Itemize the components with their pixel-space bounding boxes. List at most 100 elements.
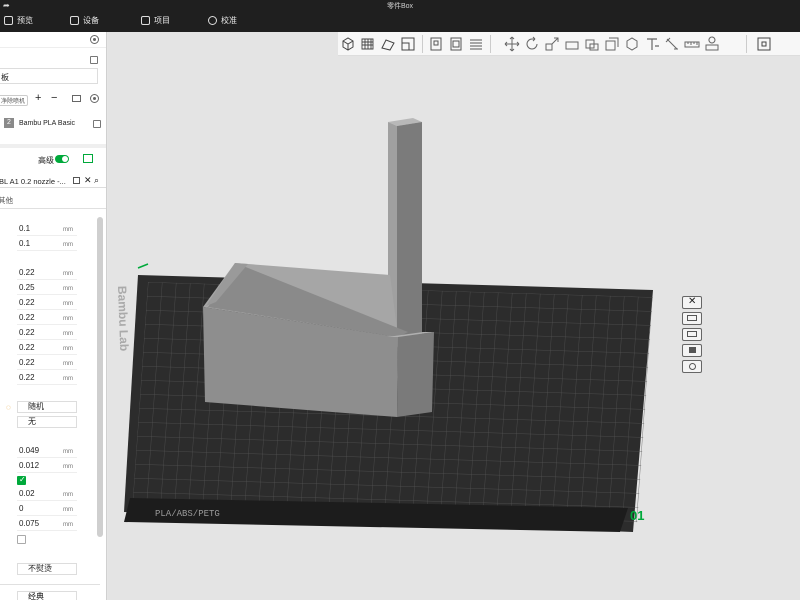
seam-painting-button[interactable]	[664, 36, 680, 52]
param-unit: mm	[63, 271, 73, 277]
rotate-button[interactable]	[524, 36, 540, 52]
compare-icon[interactable]	[83, 154, 93, 163]
gear-icon[interactable]	[90, 35, 99, 44]
ruler-icon	[684, 41, 700, 48]
layers-button[interactable]	[468, 36, 484, 52]
cut-button[interactable]	[584, 36, 600, 52]
window-title: 零件Box	[386, 3, 414, 10]
param-field[interactable]: 0.22 mm	[17, 358, 77, 370]
view-mode-button[interactable]	[756, 36, 772, 52]
param-value: 0.22	[19, 358, 35, 367]
add-plate-button[interactable]	[360, 36, 376, 52]
text-icon	[647, 38, 659, 50]
tab-devices[interactable]: 设备	[70, 15, 99, 26]
delete-plate-button[interactable]: ✕	[682, 296, 702, 309]
checkbox-disabled[interactable]	[17, 535, 26, 544]
divider	[0, 144, 106, 148]
ironing-select[interactable]: 不熨烫	[17, 563, 77, 575]
param-unit: mm	[63, 316, 73, 322]
tab-project[interactable]: 项目	[141, 15, 170, 26]
param-field[interactable]: 0.25 mm	[17, 283, 77, 295]
tab-other[interactable]: 其他	[0, 192, 106, 206]
arrange-button[interactable]	[400, 36, 416, 52]
tab-calibrate[interactable]: 校准	[208, 15, 237, 26]
remove-icon[interactable]: −	[51, 92, 57, 104]
param-field[interactable]: 0.02 mm	[17, 489, 77, 501]
lock-icon	[689, 347, 696, 353]
search-icon[interactable]: ⌕	[94, 175, 99, 186]
param-field[interactable]: 0.012 mm	[17, 461, 77, 473]
save-icon[interactable]	[73, 177, 80, 184]
split-parts-button[interactable]	[448, 36, 464, 52]
param-field[interactable]: 0.049 mm	[17, 446, 77, 458]
auto-orient-button[interactable]	[380, 36, 396, 52]
advanced-label: 高级	[38, 156, 54, 165]
advanced-toggle[interactable]	[55, 155, 69, 163]
plate-material-text: PLA/ABS/PETG	[155, 509, 220, 519]
tab-project-label: 项目	[154, 16, 170, 25]
mesh-boolean-button[interactable]	[604, 36, 620, 52]
filament-row[interactable]: 2 Bambu PLA Basic	[0, 116, 106, 132]
scrollbar[interactable]	[97, 217, 103, 537]
move-button[interactable]	[504, 36, 520, 52]
add-object-button[interactable]	[340, 36, 356, 52]
tab-devices-label: 设备	[83, 16, 99, 25]
lay-on-face-button[interactable]	[564, 36, 580, 52]
param-field[interactable]: 0.22 mm	[17, 343, 77, 355]
parts-icon	[450, 37, 462, 51]
support-painting-button[interactable]	[624, 36, 640, 52]
nozzle-chip[interactable]: 净除喷机	[0, 95, 29, 106]
edit-filament-icon[interactable]	[93, 120, 101, 128]
param-field[interactable]: 0.075 mm	[17, 519, 77, 531]
tab-preview[interactable]: 预览	[4, 15, 33, 26]
arrange-plate-button[interactable]	[682, 312, 702, 325]
param-field[interactable]: 0.22 mm	[17, 298, 77, 310]
assembly-button[interactable]	[704, 36, 720, 52]
settings-panel: 板 净除喷机 + − 2 Bambu PLA Basic 高级 BL A1 0.…	[0, 32, 107, 600]
param-field[interactable]: 0.22 mm	[17, 268, 77, 280]
orient-icon	[381, 39, 395, 51]
param-field[interactable]: 0.22 mm	[17, 373, 77, 385]
filament-settings-icon[interactable]	[90, 94, 99, 103]
measure-button[interactable]	[684, 36, 700, 52]
orient-plate-button[interactable]	[682, 328, 702, 341]
arrange-icon	[401, 37, 415, 51]
seam-gap-select[interactable]: 无	[17, 416, 77, 428]
3d-viewport[interactable]: PLA/ABS/PETG Bambu Lab 01 ✕	[108, 32, 800, 600]
filament-slot: 2	[4, 118, 14, 128]
seam-icon: ◌	[6, 403, 11, 412]
lock-plate-button[interactable]	[682, 344, 702, 357]
split-icon	[430, 37, 442, 51]
monitor-icon	[70, 16, 79, 25]
add-icon[interactable]: +	[35, 92, 41, 104]
advanced-row: 高级	[0, 152, 106, 166]
checkbox-enabled[interactable]	[17, 475, 26, 485]
scale-button[interactable]	[544, 36, 560, 52]
param-value: 0.22	[19, 298, 35, 307]
sync-icon[interactable]	[72, 95, 81, 102]
param-field[interactable]: 0.1 mm	[17, 239, 77, 251]
plate-label: 板	[1, 73, 9, 82]
cube-icon	[626, 37, 638, 51]
edit-icon[interactable]	[90, 56, 98, 64]
process-row[interactable]: BL A1 0.2 nozzle -... ✕ ⌕	[0, 174, 106, 188]
seam-position-select[interactable]: 随机	[17, 401, 77, 413]
cube-add-icon	[342, 37, 354, 51]
divider	[0, 584, 100, 585]
wall-generator-select[interactable]: 经典	[17, 591, 77, 600]
text-button[interactable]	[644, 36, 660, 52]
toolbar-divider	[422, 35, 423, 53]
param-field[interactable]: 0.22 mm	[17, 328, 77, 340]
close-icon[interactable]: ✕	[84, 175, 92, 186]
toolbar-divider	[746, 35, 747, 53]
split-objects-button[interactable]	[428, 36, 444, 52]
param-field[interactable]: 0.1 mm	[17, 224, 77, 236]
seam-gap-value: 无	[28, 417, 36, 426]
param-value: 0.22	[19, 313, 35, 322]
layers-icon	[470, 39, 482, 50]
param-field[interactable]: 0.22 mm	[17, 313, 77, 325]
param-field[interactable]: 0 mm	[17, 504, 77, 516]
plate-settings-button[interactable]	[682, 360, 702, 373]
filament-name: Bambu PLA Basic	[19, 120, 76, 127]
plate-select[interactable]: 板	[0, 68, 98, 84]
